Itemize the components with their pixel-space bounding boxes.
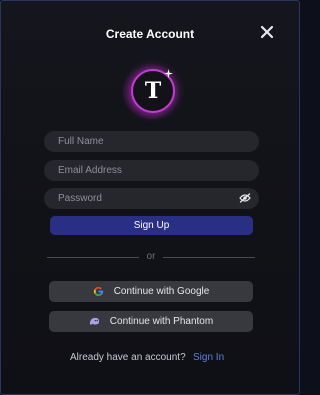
create-account-modal: Create Account T Sign Up or Continue wit… (0, 0, 300, 395)
already-have-account-text: Already have an account? (70, 352, 186, 363)
google-button-label: Continue with Google (113, 286, 210, 297)
password-input[interactable] (44, 188, 259, 209)
continue-with-google-button[interactable]: Continue with Google (49, 281, 253, 302)
close-icon[interactable] (260, 25, 274, 39)
sign-up-button[interactable]: Sign Up (50, 216, 253, 235)
app-logo: T (123, 63, 181, 119)
full-name-input[interactable] (44, 131, 259, 152)
email-input[interactable] (44, 160, 259, 181)
divider-label: or (146, 251, 156, 262)
sparkle-icon (164, 69, 173, 78)
modal-title: Create Account (105, 27, 195, 41)
eye-off-icon[interactable] (239, 193, 251, 203)
phantom-icon (89, 317, 99, 325)
google-icon (93, 286, 103, 297)
continue-with-phantom-button[interactable]: Continue with Phantom (49, 311, 253, 332)
sign-in-link[interactable]: Sign In (193, 352, 224, 363)
phantom-button-label: Continue with Phantom (109, 316, 214, 327)
divider-left (47, 257, 139, 258)
divider-right (163, 257, 255, 258)
